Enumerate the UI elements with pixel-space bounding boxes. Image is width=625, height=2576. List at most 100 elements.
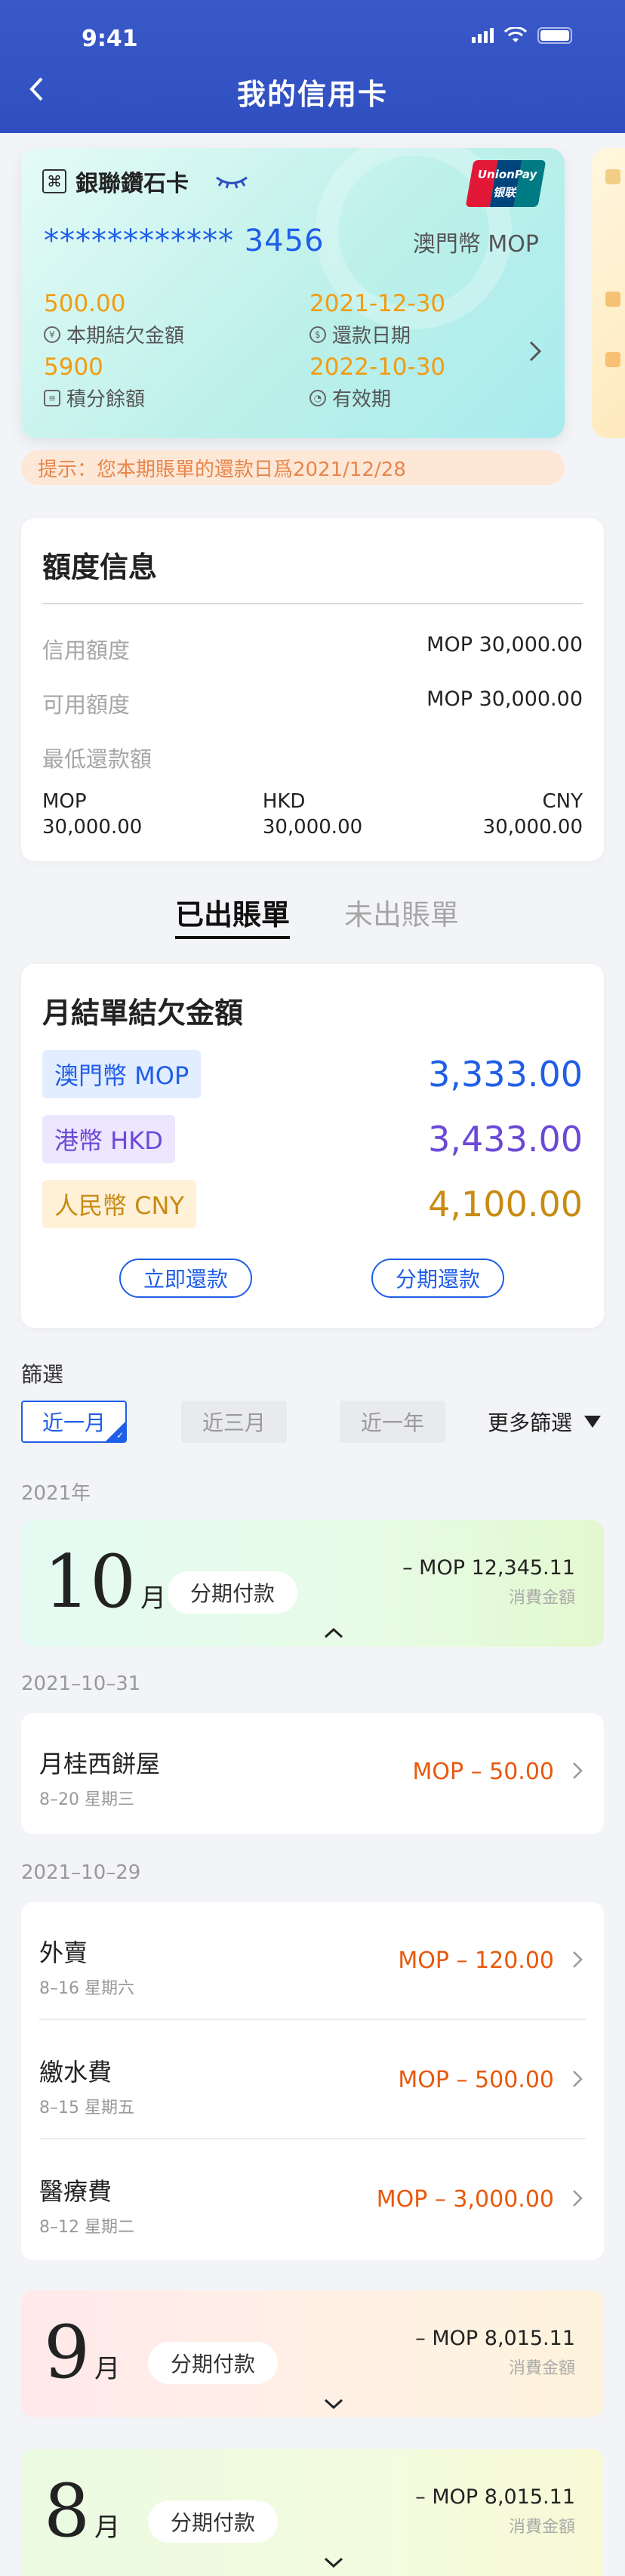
wifi-icon [504, 27, 527, 42]
row-divider [39, 2138, 586, 2139]
credit-limit-panel: 額度信息 信用額度 MOP 30,000.00 可用額度 MOP 30,000.… [21, 518, 604, 861]
balance-panel-title: 月結單結欠金額 [42, 996, 244, 1030]
repayment-notice: 提示：您本期賬單的還款日爲2021/12/28 [21, 450, 565, 485]
credit-card[interactable]: ⌘ 銀聯鑽石卡 UnionPay 银联 ************ 3456 澳門幣… [21, 148, 565, 438]
currency-pill-hkd: 港幣 HKD [42, 1115, 175, 1163]
transaction-date: 8–12 星期二 [39, 2218, 134, 2237]
card-number: ************ 3456 [44, 224, 325, 258]
limit-panel-title: 額度信息 [42, 551, 158, 584]
amount-hkd: 3,433.00 [428, 1119, 583, 1160]
balance-row-hkd: 港幣 HKD 3,433.00 [42, 1115, 583, 1163]
transaction-amount: MOP – 500.00 [398, 2067, 554, 2093]
status-icons [472, 27, 572, 44]
currency-code: MOP [42, 790, 87, 813]
money-icon: $ [309, 326, 326, 343]
month-amount: – MOP 8,015.11 [415, 2485, 575, 2509]
credit-limit-value: MOP 30,000.00 [426, 633, 583, 656]
balance-value: 500.00 [44, 290, 126, 317]
min-payment-label: 最低還款額 [42, 746, 152, 772]
chevron-down-icon[interactable] [323, 2556, 344, 2568]
min-payment-cny: CNY 30,000.00 [483, 789, 583, 840]
battery-icon [537, 27, 572, 44]
tab-issued-statement[interactable]: 已出賬單 [175, 891, 291, 939]
month-amount-label: 消費金額 [508, 1589, 575, 1608]
month-number: 9月 [44, 2310, 121, 2395]
month-amount-label: 消費金額 [508, 2518, 575, 2537]
currency-code: CNY [542, 790, 583, 813]
merchant-name: 月桂西餅屋 [39, 1750, 161, 1778]
installment-pay-button[interactable]: 分期付款 [148, 2342, 279, 2384]
page-title: 我的信用卡 [236, 78, 388, 111]
due-date-label-row: $ 還款日期 [309, 320, 411, 348]
month-total: – MOP 8,015.11 消費金額 [415, 2485, 575, 2537]
eye-closed-icon[interactable] [214, 174, 249, 189]
balance-row-cny: 人民幣 CNY 4,100.00 [42, 1180, 583, 1228]
transaction-row[interactable]: 月桂西餅屋 8–20 星期三 MOP – 50.00 [21, 1713, 604, 1831]
transaction-amount: MOP – 120.00 [398, 1947, 554, 1974]
filter-chip-1-month[interactable]: 近一月 ✓ [21, 1401, 127, 1443]
available-limit-row: 可用額度 MOP 30,000.00 [42, 687, 583, 719]
amount: 30,000.00 [482, 816, 583, 839]
group-date-label: 2021–10–29 [21, 1861, 141, 1884]
coins-icon: ≡ [44, 389, 60, 406]
status-time: 9:41 [82, 26, 138, 52]
transaction-amount: MOP – 3,000.00 [376, 2186, 554, 2213]
app-header: 9:41 我的信用卡 [0, 0, 625, 133]
year-label: 2021年 [21, 1482, 91, 1505]
more-filter-label: 更多篩選 [488, 1410, 573, 1435]
installment-pay-button[interactable]: 分期付款 [148, 2500, 279, 2543]
group-date-label: 2021–10–31 [21, 1673, 141, 1695]
transaction-row[interactable]: 外賣 8–16 星期六 MOP – 120.00 [21, 1902, 604, 2020]
min-payment-row: 最低還款額 [42, 742, 583, 774]
transaction-group-1: 月桂西餅屋 8–20 星期三 MOP – 50.00 [21, 1713, 604, 1834]
transaction-amount: MOP – 50.00 [412, 1759, 554, 1785]
month-summary-8[interactable]: 8月 分期付款 – MOP 8,015.11 消費金額 [21, 2449, 604, 2576]
divider [42, 603, 583, 604]
pay-now-button[interactable]: 立即還款 [119, 1259, 252, 1298]
filter-chip-3-months[interactable]: 近三月 [181, 1401, 287, 1443]
transaction-row[interactable]: 醫療費 8–12 星期二 MOP – 3,000.00 [21, 2141, 604, 2259]
currency-code: HKD [262, 790, 306, 813]
filter-chip-1-year[interactable]: 近一年 [340, 1401, 445, 1443]
tab-unissued-statement[interactable]: 未出賬單 [344, 891, 459, 933]
row-divider [39, 2018, 586, 2020]
transaction-date: 8–16 星期六 [39, 1979, 134, 1998]
installment-repay-button[interactable]: 分期還款 [371, 1259, 504, 1298]
month-number: 8月 [44, 2469, 121, 2553]
card-name-row: ⌘ 銀聯鑽石卡 [42, 165, 249, 198]
amount-cny: 4,100.00 [428, 1184, 583, 1225]
amount-mop: 3,333.00 [428, 1054, 583, 1095]
signal-icon [472, 28, 494, 43]
transaction-date: 8–15 星期五 [39, 2099, 134, 2117]
expiry-label: 有效期 [332, 388, 392, 411]
points-label: 積分餘額 [66, 388, 146, 411]
yen-icon: ¥ [44, 326, 60, 343]
chevron-down-icon[interactable] [323, 2398, 344, 2410]
transaction-row[interactable]: 繳水費 8–15 星期五 MOP – 500.00 [21, 2022, 604, 2139]
card-name: 銀聯鑽石卡 [75, 171, 189, 197]
chip-label: 近一月 [42, 1410, 106, 1435]
transaction-group-2: 外賣 8–16 星期六 MOP – 120.00 繳水費 8–15 星期五 MO… [21, 1902, 604, 2260]
due-date-label: 還款日期 [332, 325, 411, 347]
due-date-value: 2021-12-30 [309, 290, 446, 317]
points-value: 5900 [44, 354, 103, 381]
transaction-date: 8–20 星期三 [39, 1790, 134, 1809]
chevron-up-icon[interactable] [323, 1627, 344, 1639]
installment-pay-button[interactable]: 分期付款 [168, 1571, 298, 1614]
next-card-peek[interactable] [592, 148, 625, 438]
triangle-down-icon [584, 1416, 602, 1428]
more-filter-button[interactable]: 更多篩選 [488, 1407, 602, 1437]
expiry-value: 2022-10-30 [309, 354, 446, 381]
available-limit-value: MOP 30,000.00 [426, 687, 583, 711]
chevron-right-icon[interactable] [528, 340, 542, 363]
amount: 30,000.00 [262, 816, 363, 839]
month-summary-10[interactable]: 10 月 分期付款 – MOP 12,345.11 消費金額 [21, 1520, 604, 1647]
month-total: – MOP 8,015.11 消費金額 [415, 2327, 575, 2379]
expiry-label-row: ◔ 有效期 [309, 384, 391, 412]
month-total: – MOP 12,345.11 消費金額 [402, 1556, 575, 1608]
month-amount: – MOP 12,345.11 [402, 1556, 575, 1580]
merchant-name: 外賣 [39, 1938, 88, 1967]
monthly-balance-panel: 月結單結欠金額 澳門幣 MOP 3,333.00 港幣 HKD 3,433.00… [21, 964, 604, 1328]
month-summary-9[interactable]: 9月 分期付款 – MOP 8,015.11 消費金額 [21, 2290, 604, 2417]
chevron-right-icon [573, 2190, 583, 2207]
